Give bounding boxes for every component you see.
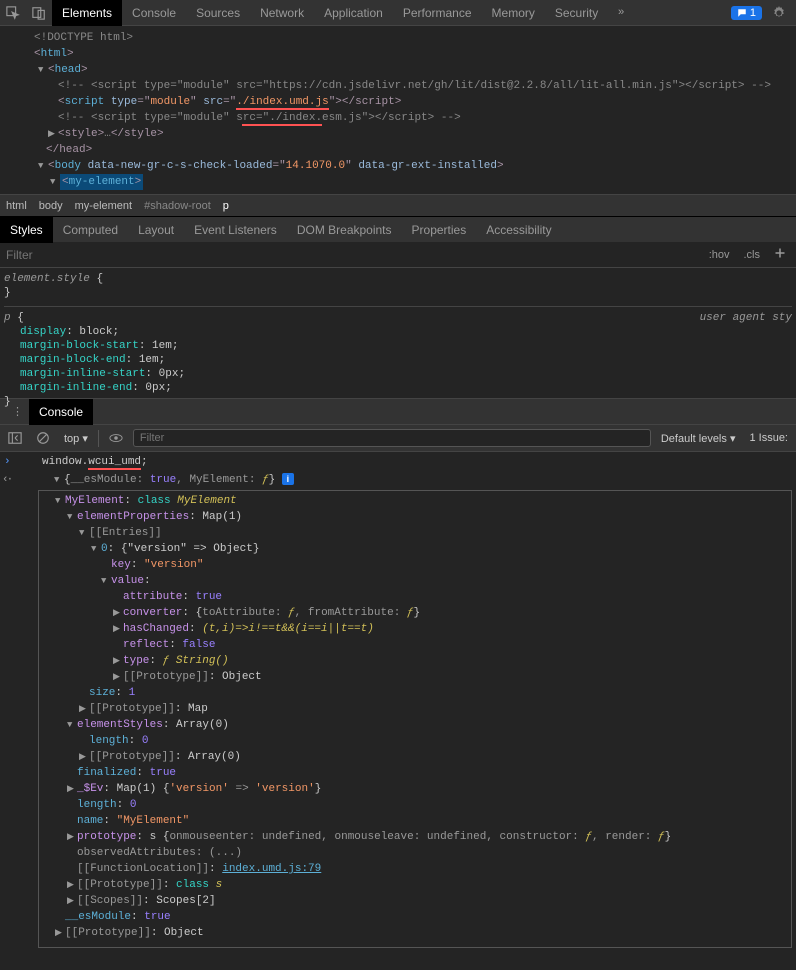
clear-console-icon[interactable] [32, 427, 54, 449]
subtab-computed[interactable]: Computed [53, 217, 128, 243]
dom-script[interactable]: <script type="module" src="./index.umd.j… [0, 94, 796, 110]
dom-comment-2[interactable]: <!-- <script type="module" src="./index.… [0, 110, 796, 126]
tab-application[interactable]: Application [314, 0, 393, 26]
issues-badge[interactable]: 1 [731, 6, 762, 20]
console-sidebar-toggle-icon[interactable] [4, 427, 26, 449]
tab-sources[interactable]: Sources [186, 0, 250, 26]
subtab-event-listeners[interactable]: Event Listeners [184, 217, 287, 243]
ua-style-block[interactable]: user agent sty p { display: block; margi… [4, 306, 792, 411]
tab-memory[interactable]: Memory [482, 0, 545, 26]
more-tabs-icon[interactable]: » [608, 0, 634, 26]
crumb-my-element[interactable]: my-element [75, 200, 132, 212]
dom-head[interactable]: ▼<head> [0, 62, 796, 78]
hov-button[interactable]: :hov [705, 247, 734, 263]
panel-tabs: Elements Console Sources Network Applica… [52, 0, 731, 26]
settings-icon[interactable] [766, 0, 792, 26]
subtab-properties[interactable]: Properties [402, 217, 477, 243]
subtab-layout[interactable]: Layout [128, 217, 184, 243]
console-drawer-header: ⋮ Console [0, 398, 796, 424]
context-dropdown[interactable]: top ▾ [60, 430, 99, 447]
styles-tabs: Styles Computed Layout Event Listeners D… [0, 216, 796, 242]
element-style-block[interactable]: element.style { } [4, 270, 792, 302]
tab-elements[interactable]: Elements [52, 0, 122, 26]
live-expression-icon[interactable] [105, 427, 127, 449]
crumb-shadow-root[interactable]: #shadow-root [144, 200, 211, 212]
drawer-tab-console[interactable]: Console [29, 399, 93, 425]
dom-doctype[interactable]: <!DOCTYPE html> [0, 30, 796, 46]
breadcrumb: html body my-element #shadow-root p [0, 194, 796, 216]
info-icon[interactable]: i [282, 473, 294, 485]
subtab-accessibility[interactable]: Accessibility [476, 217, 561, 243]
console-result-line[interactable]: ▼{__esModule: true, MyElement: ƒ} i [0, 472, 796, 488]
tab-performance[interactable]: Performance [393, 0, 482, 26]
crumb-p[interactable]: p [223, 200, 229, 212]
dom-tree[interactable]: <!DOCTYPE html> <html> ▼<head> <!-- <scr… [0, 26, 796, 194]
tab-network[interactable]: Network [250, 0, 314, 26]
subtab-styles[interactable]: Styles [0, 217, 53, 243]
tab-console[interactable]: Console [122, 0, 186, 26]
console-object-expansion[interactable]: ▼MyElement: class MyElement ▼elementProp… [38, 490, 792, 948]
crumb-body[interactable]: body [39, 200, 63, 212]
drawer-handle-icon[interactable]: ⋮ [6, 405, 29, 419]
crumb-html[interactable]: html [6, 200, 27, 212]
issue-count[interactable]: 1 Issue: [745, 430, 792, 446]
levels-dropdown[interactable]: Default levels ▾ [657, 430, 740, 447]
new-style-button[interactable] [770, 245, 790, 264]
styles-filter-row: :hov .cls [0, 242, 796, 268]
cls-button[interactable]: .cls [740, 247, 765, 263]
device-toggle-icon[interactable] [26, 0, 52, 26]
function-location-link[interactable]: index.umd.js:79 [222, 863, 321, 875]
subtab-dom-breakpoints[interactable]: DOM Breakpoints [287, 217, 402, 243]
dom-comment-1[interactable]: <!-- <script type="module" src="https://… [0, 78, 796, 94]
dom-body[interactable]: ▼<body data-new-gr-c-s-check-loaded="14.… [0, 158, 796, 174]
styles-filter-input[interactable] [6, 248, 705, 262]
console-input-line[interactable]: window.wcui_umd; [0, 454, 796, 470]
dom-style[interactable]: ▶<style>…</style> [0, 126, 796, 142]
ua-label: user agent sty [700, 311, 792, 325]
tab-security[interactable]: Security [545, 0, 608, 26]
devtools-topbar: Elements Console Sources Network Applica… [0, 0, 796, 26]
styles-pane: element.style { } user agent sty p { dis… [0, 268, 796, 398]
console-body[interactable]: window.wcui_umd; ▼{__esModule: true, MyE… [0, 452, 796, 952]
console-filter-input[interactable] [133, 429, 651, 447]
inspect-icon[interactable] [0, 0, 26, 26]
console-toolbar: top ▾ Default levels ▾ 1 Issue: [0, 424, 796, 452]
dom-my-element[interactable]: ▼<my-element> [0, 174, 796, 190]
dom-html[interactable]: <html> [0, 46, 796, 62]
dom-head-close[interactable]: </head> [0, 142, 796, 158]
